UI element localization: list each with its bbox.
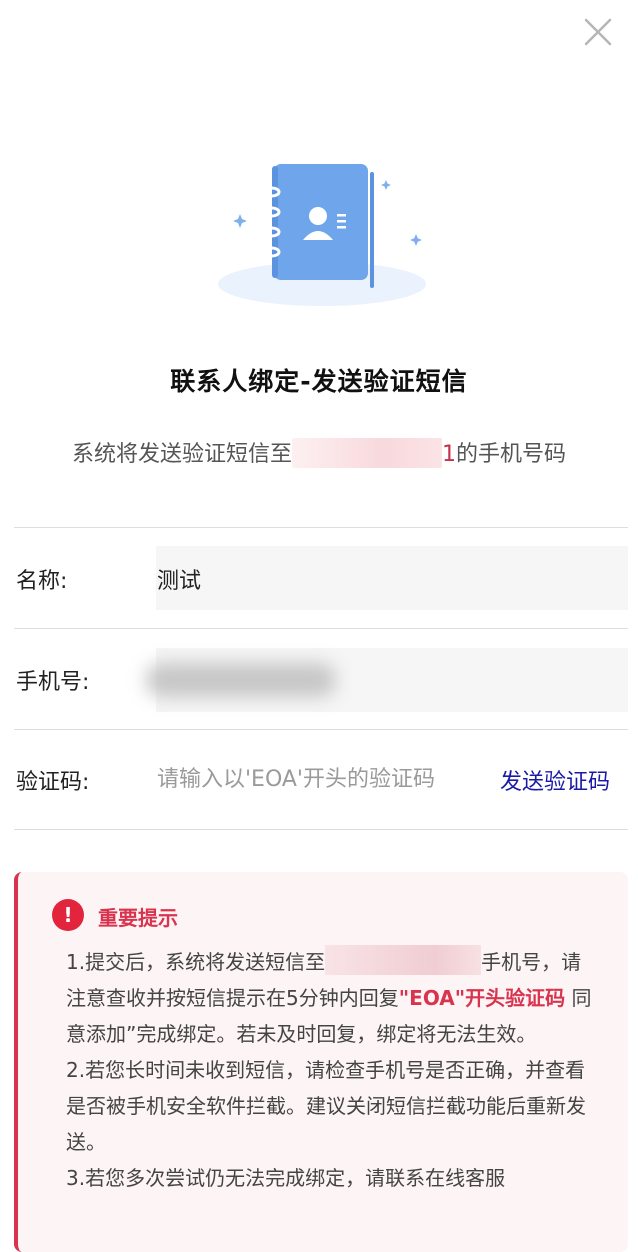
name-field[interactable] bbox=[156, 546, 628, 610]
subtitle-suffix: 的手机号码 bbox=[456, 442, 567, 467]
subtitle-prefix: 系统将发送验证短信至 bbox=[71, 442, 292, 467]
name-label: 名称: bbox=[16, 569, 68, 594]
verification-code-input[interactable] bbox=[157, 762, 465, 796]
blurred-phone-number bbox=[146, 663, 336, 697]
contact-book-icon bbox=[218, 164, 426, 306]
code-label: 验证码: bbox=[16, 770, 90, 795]
dialog-title: 联系人绑定-发送验证短信 bbox=[170, 367, 468, 396]
masked-phone-number bbox=[292, 438, 442, 468]
notice-title: 重要提示 bbox=[98, 906, 178, 930]
notice-body: 1.提交后，系统将发送短信至 手机号，请注意查收并按短信提示在5分钟内回复"EOA… bbox=[66, 944, 596, 1196]
notice-paragraph-2: 2.若您长时间未收到短信，请检查手机号是否正确，并查看是否被手机安全软件拦截。建… bbox=[66, 1058, 586, 1154]
important-notice: ! 重要提示 1.提交后，系统将发送短信至 手机号，请注意查收并按短信提示在5分钟… bbox=[14, 872, 628, 1252]
phone-label: 手机号: bbox=[16, 670, 90, 695]
subtitle-phone-tail: 1 bbox=[442, 442, 456, 467]
divider bbox=[14, 628, 628, 629]
notice-text: 1.提交后，系统将发送短信至 bbox=[66, 950, 326, 974]
send-code-button[interactable]: 发送验证码 bbox=[500, 764, 610, 796]
masked-phone-number bbox=[325, 945, 482, 975]
notice-paragraph-1: 1.提交后，系统将发送短信至 手机号，请注意查收并按短信提示在5分钟内回复"EOA… bbox=[66, 944, 596, 1052]
dialog-subtitle: 系统将发送验证短信至 1的手机号码 bbox=[0, 436, 638, 468]
close-icon[interactable] bbox=[580, 14, 616, 50]
name-value: 测试 bbox=[157, 569, 202, 594]
divider bbox=[14, 729, 628, 730]
divider bbox=[14, 829, 628, 830]
notice-paragraph-3: 3.若您多次尝试仍无法完成绑定，请联系在线客服 bbox=[66, 1166, 506, 1190]
alert-icon: ! bbox=[52, 899, 84, 931]
notice-highlight: "EOA"开头验证码 bbox=[398, 986, 566, 1010]
divider bbox=[14, 527, 628, 528]
